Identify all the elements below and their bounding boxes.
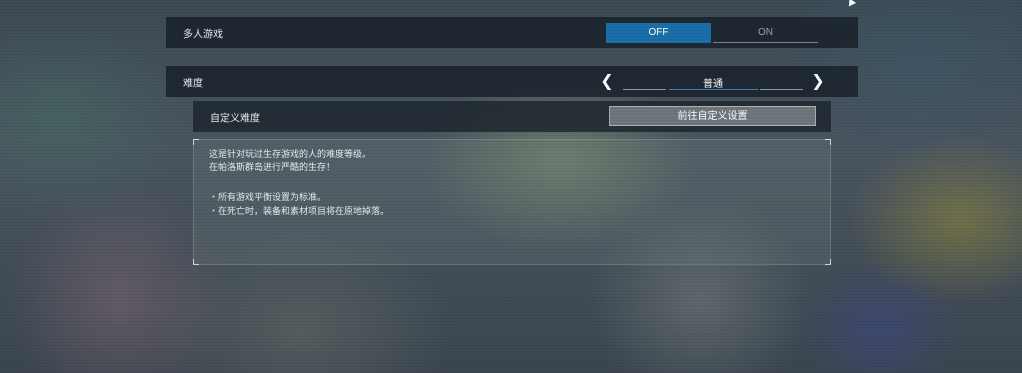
difficulty-description-panel: 这是针对玩过生存游戏的人的难度等级。 在帕洛斯群岛进行严酷的生存！ ・所有游戏平… [193, 139, 831, 265]
multiplayer-setting-row: 多人游戏 OFF ON [166, 17, 858, 48]
panel-corner [825, 259, 831, 265]
description-line: 这是针对玩过生存游戏的人的难度等级。 [209, 150, 372, 160]
chevron-left-icon[interactable]: ❮ [600, 71, 614, 91]
difficulty-setting-row: 难度 ❮ 普通 ❯ [166, 66, 858, 97]
mouse-cursor-icon [845, 0, 857, 7]
custom-difficulty-row: 自定义难度 前往自定义设置 [193, 101, 831, 132]
panel-corner [825, 139, 831, 145]
difficulty-value: 普通 [703, 79, 723, 90]
description-line: 在帕洛斯群岛进行严酷的生存！ [209, 163, 336, 173]
multiplayer-label: 多人游戏 [183, 29, 223, 40]
multiplayer-off-button[interactable]: OFF [606, 23, 711, 43]
difficulty-label: 难度 [183, 78, 203, 89]
description-bullet: ・所有游戏平衡设置为标准。 [209, 193, 327, 203]
description-bullet: ・在死亡时，装备和素材项目将在原地掉落。 [209, 207, 390, 217]
chevron-right-icon[interactable]: ❯ [811, 71, 825, 91]
difficulty-level-indicator [623, 89, 666, 90]
custom-difficulty-label: 自定义难度 [210, 113, 260, 124]
panel-corner [193, 139, 199, 145]
panel-corner [193, 259, 199, 265]
multiplayer-on-button[interactable]: ON [713, 23, 818, 43]
go-to-custom-settings-button[interactable]: 前往自定义设置 [609, 106, 816, 126]
difficulty-level-indicator [760, 89, 803, 90]
